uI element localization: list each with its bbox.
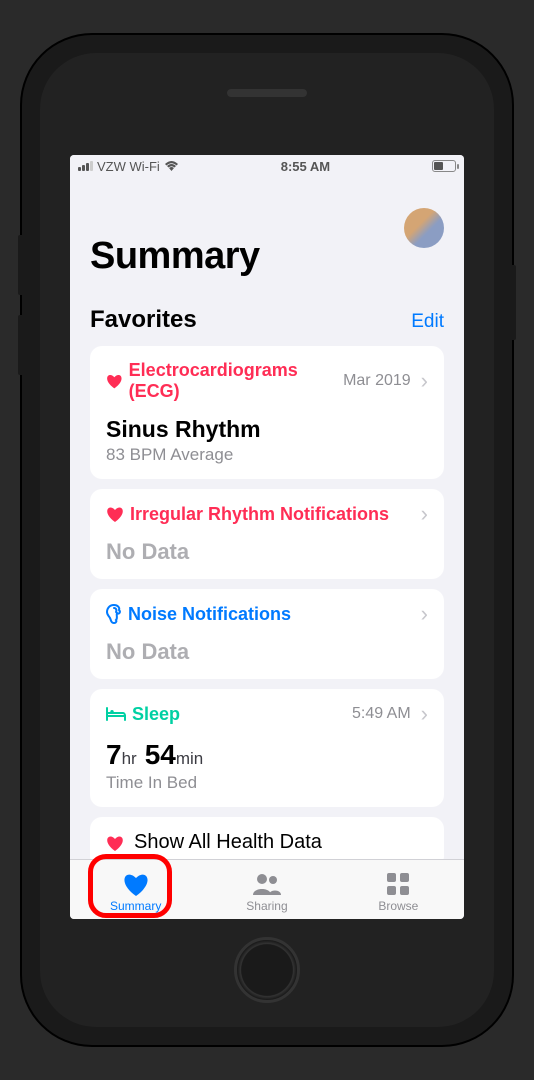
page-title: Summary	[90, 235, 260, 278]
tab-label: Summary	[110, 899, 161, 913]
tab-browse[interactable]: Browse	[333, 871, 464, 913]
people-icon	[251, 873, 283, 895]
phone-chassis: VZW Wi-Fi 8:55 AM Summary Favorites Edit	[22, 35, 512, 1045]
sleep-minutes-unit: min	[176, 749, 203, 768]
no-data-label: No Data	[106, 539, 428, 565]
sleep-hours-unit: hr	[122, 749, 137, 768]
favorite-card-sleep[interactable]: Sleep 5:49 AM › 7hr 54min Time In Bed	[90, 689, 444, 807]
grid-icon	[386, 872, 410, 896]
home-button[interactable]	[234, 937, 300, 1003]
status-bar: VZW Wi-Fi 8:55 AM	[70, 155, 464, 177]
card-value: Sinus Rhythm	[106, 416, 428, 443]
volume-up-button	[18, 235, 22, 295]
favorite-card-ecg[interactable]: Electrocardiograms (ECG) Mar 2019 › Sinu…	[90, 346, 444, 479]
edit-button[interactable]: Edit	[411, 311, 444, 333]
heart-icon	[122, 872, 150, 896]
chevron-right-icon: ›	[421, 503, 428, 525]
bed-icon	[106, 707, 126, 721]
heart-icon	[106, 373, 123, 389]
card-category: Electrocardiograms (ECG)	[129, 360, 337, 402]
wifi-icon	[164, 160, 179, 172]
chevron-right-icon: ›	[421, 703, 428, 725]
card-category: Sleep	[132, 704, 180, 725]
tab-summary[interactable]: Summary	[70, 871, 201, 913]
screen: VZW Wi-Fi 8:55 AM Summary Favorites Edit	[70, 155, 464, 919]
card-category: Irregular Rhythm Notifications	[130, 504, 389, 525]
power-button	[512, 265, 516, 340]
volume-down-button	[18, 315, 22, 375]
earpiece-speaker	[227, 89, 307, 97]
card-subvalue: Time In Bed	[106, 773, 428, 793]
clock-time: 8:55 AM	[281, 159, 330, 174]
battery-icon	[432, 160, 456, 172]
sleep-minutes: 54	[145, 739, 176, 770]
sleep-hours: 7	[106, 739, 122, 770]
carrier-label: VZW Wi-Fi	[97, 159, 160, 174]
favorite-card-irregular-rhythm[interactable]: Irregular Rhythm Notifications › No Data	[90, 489, 444, 579]
card-timestamp: Mar 2019	[343, 372, 411, 390]
tab-label: Browse	[378, 899, 418, 913]
tab-sharing[interactable]: Sharing	[201, 871, 332, 913]
show-all-health-data[interactable]: Show All Health Data	[90, 817, 444, 859]
card-timestamp: 5:49 AM	[352, 705, 411, 723]
heart-icon	[106, 835, 124, 851]
favorites-heading: Favorites	[90, 306, 197, 334]
no-data-label: No Data	[106, 639, 428, 665]
show-all-label: Show All Health Data	[134, 831, 322, 854]
signal-strength-icon	[78, 161, 93, 171]
ear-icon	[106, 604, 122, 624]
chevron-right-icon: ›	[421, 370, 428, 392]
favorite-card-noise[interactable]: Noise Notifications › No Data	[90, 589, 444, 679]
profile-avatar[interactable]	[404, 208, 444, 248]
content-scroll[interactable]: Summary Favorites Edit Electrocardiogram…	[70, 177, 464, 859]
card-category: Noise Notifications	[128, 604, 291, 625]
heart-icon	[106, 506, 124, 522]
tab-bar: Summary Sharing Browse	[70, 859, 464, 919]
tab-label: Sharing	[246, 899, 287, 913]
card-subvalue: 83 BPM Average	[106, 445, 428, 465]
chevron-right-icon: ›	[421, 603, 428, 625]
sleep-duration: 7hr 54min	[106, 739, 428, 771]
